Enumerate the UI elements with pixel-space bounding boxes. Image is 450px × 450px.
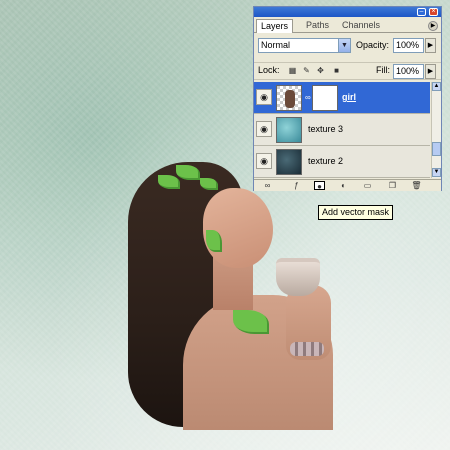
layer-row-texture-2[interactable]: ◉ texture 2 bbox=[254, 146, 430, 178]
mask-thumbnail[interactable] bbox=[312, 85, 338, 111]
layer-name[interactable]: texture 2 bbox=[308, 155, 343, 168]
layer-name[interactable]: texture 3 bbox=[308, 123, 343, 136]
layer-name[interactable]: girl bbox=[342, 91, 356, 104]
eye-icon[interactable]: ◉ bbox=[256, 153, 272, 169]
minimize-icon[interactable]: – bbox=[417, 8, 426, 16]
add-mask-icon[interactable]: ● bbox=[314, 181, 325, 191]
opacity-slider-arrow-icon[interactable]: ▶ bbox=[425, 38, 436, 53]
layer-thumbnail[interactable] bbox=[276, 149, 302, 175]
new-layer-icon[interactable]: ❐ bbox=[387, 181, 398, 190]
scroll-up-icon[interactable]: ▲ bbox=[432, 82, 441, 91]
delete-layer-icon[interactable]: 🗑 bbox=[411, 181, 422, 190]
tab-layers[interactable]: Layers bbox=[256, 19, 294, 33]
blend-mode-select[interactable]: Normal ▼ bbox=[258, 38, 351, 53]
layers-list: ◉ ∞ girl ◉ texture 3 ◉ texture 2 bbox=[254, 82, 430, 178]
layer-thumbnail[interactable] bbox=[276, 117, 302, 143]
opacity-label: Opacity: bbox=[356, 40, 390, 50]
fill-slider-arrow-icon[interactable]: ▶ bbox=[425, 64, 436, 79]
leaf-crown-3 bbox=[200, 178, 218, 190]
panel-tabs: Layers Paths Channels bbox=[254, 18, 441, 33]
move-lock-icon[interactable]: ✥ bbox=[316, 66, 325, 75]
new-group-icon[interactable]: ▭ bbox=[362, 181, 373, 190]
eye-icon[interactable]: ◉ bbox=[256, 89, 272, 105]
fill-label: Fill: bbox=[376, 65, 390, 75]
layer-row-texture-3[interactable]: ◉ texture 3 bbox=[254, 114, 430, 146]
bracelet bbox=[290, 342, 324, 356]
tooltip: Add vector mask bbox=[318, 205, 394, 220]
artwork-woman bbox=[118, 150, 348, 430]
scroll-thumb[interactable] bbox=[432, 142, 441, 156]
close-icon[interactable]: × bbox=[429, 8, 438, 16]
lock-label: Lock: bbox=[258, 65, 280, 75]
tab-channels[interactable]: Channels bbox=[338, 19, 384, 32]
brush-lock-icon[interactable]: ✎ bbox=[302, 66, 311, 75]
blend-mode-value: Normal bbox=[261, 40, 291, 50]
chain-link-icon[interactable]: ∞ bbox=[305, 93, 311, 102]
link-layers-icon[interactable]: ∞ bbox=[262, 181, 273, 190]
opacity-input[interactable]: 100% bbox=[393, 38, 424, 53]
layers-scrollbar[interactable]: ▲ ▼ bbox=[431, 82, 441, 178]
layers-panel: – × Layers Paths Channels ▶ Normal ▼ Opa… bbox=[253, 6, 442, 191]
chevron-down-icon[interactable]: ▼ bbox=[338, 39, 350, 52]
adjustment-layer-icon[interactable]: ◐ bbox=[338, 181, 349, 190]
padlock-icon[interactable]: ■ bbox=[332, 66, 341, 75]
panel-menu-icon[interactable]: ▶ bbox=[428, 21, 438, 31]
layer-thumbnail[interactable] bbox=[276, 85, 302, 111]
panel-footer: ∞ ƒ ● ◐ ▭ ❐ 🗑 bbox=[254, 179, 441, 191]
scroll-down-icon[interactable]: ▼ bbox=[432, 168, 441, 177]
teacup bbox=[276, 258, 320, 296]
checker-lock-icon[interactable]: ▦ bbox=[288, 66, 297, 75]
fill-input[interactable]: 100% bbox=[393, 64, 424, 79]
face bbox=[203, 188, 273, 268]
tab-paths[interactable]: Paths bbox=[302, 19, 333, 32]
panel-title-bar[interactable]: – × bbox=[254, 7, 441, 17]
eye-icon[interactable]: ◉ bbox=[256, 121, 272, 137]
layer-row-girl[interactable]: ◉ ∞ girl bbox=[254, 82, 430, 114]
layer-style-icon[interactable]: ƒ bbox=[291, 181, 302, 190]
